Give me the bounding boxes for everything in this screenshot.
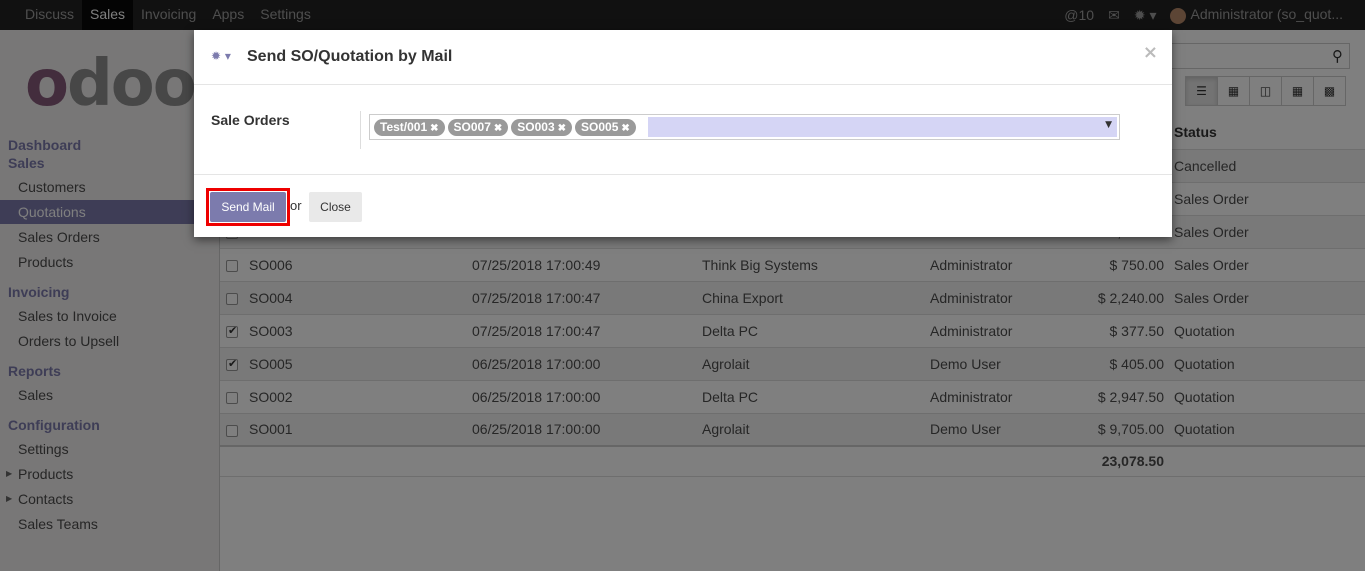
remove-tag-icon[interactable]: ✖	[494, 123, 502, 134]
chevron-down-icon[interactable]: ▼	[1105, 120, 1112, 130]
debug-icon[interactable]: ✹ ▾	[211, 49, 231, 63]
tag-so005: SO005 ✖	[575, 119, 636, 136]
tag-test-001: Test/001 ✖	[374, 119, 445, 136]
remove-tag-icon[interactable]: ✖	[558, 123, 566, 134]
send-mail-dialog: ✹ ▾ Send SO/Quotation by Mail × Sale Ord…	[194, 30, 1172, 237]
dialog-title: Send SO/Quotation by Mail	[247, 48, 453, 65]
tag-so003: SO003 ✖	[511, 119, 573, 136]
tag-label: SO003	[517, 120, 555, 134]
remove-tag-icon[interactable]: ✖	[621, 123, 629, 134]
close-icon[interactable]: ×	[1143, 42, 1158, 63]
dialog-footer: Send Mail or Close	[194, 174, 1172, 237]
tag-label: SO007	[453, 120, 491, 134]
dialog-body: Sale Orders Test/001 ✖ SO007 ✖ SO003 ✖ SO00…	[194, 85, 1172, 175]
divider	[360, 111, 361, 149]
field-label: Sale Orders	[211, 112, 290, 128]
tag-label: SO005	[581, 120, 619, 134]
remove-tag-icon[interactable]: ✖	[430, 123, 438, 134]
tag-list: Test/001 ✖ SO007 ✖ SO003 ✖ SO005 ✖	[374, 119, 636, 136]
tag-search-input[interactable]	[648, 117, 1117, 137]
or-text: or	[290, 198, 302, 213]
tag-so007: SO007 ✖	[447, 119, 509, 136]
tag-label: Test/001	[380, 120, 428, 134]
dialog-header: ✹ ▾ Send SO/Quotation by Mail ×	[194, 30, 1172, 85]
close-button[interactable]: Close	[309, 192, 362, 222]
sale-orders-field[interactable]: Test/001 ✖ SO007 ✖ SO003 ✖ SO005 ✖ ▼	[369, 114, 1120, 140]
send-mail-button[interactable]: Send Mail	[210, 192, 286, 222]
